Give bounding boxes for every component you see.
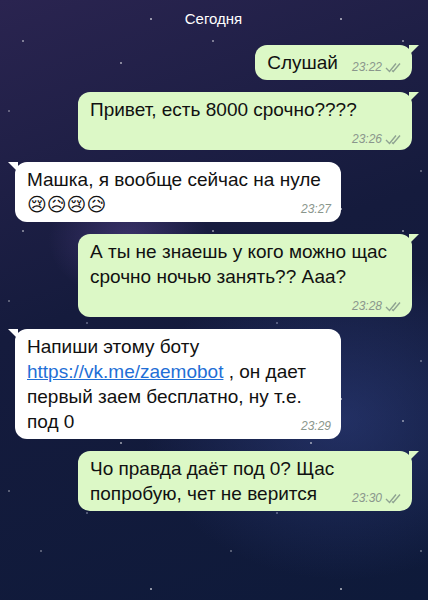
sent-message[interactable]: Чо правда даёт под 0? Щас попробую, чет … bbox=[78, 451, 412, 511]
message-text: А ты не знаешь у кого можно щас срочно н… bbox=[90, 241, 392, 287]
double-tick-icon bbox=[385, 62, 402, 73]
double-tick-icon bbox=[385, 493, 402, 504]
chat-screen: Сегодня Слушай 23:22 Привет, есть 8000 сроч… bbox=[0, 0, 428, 600]
message-row: А ты не знаешь у кого можно щас срочно н… bbox=[15, 234, 412, 317]
message-row: Чо правда даёт под 0? Щас попробую, чет … bbox=[15, 451, 412, 511]
message-meta: 23:29 bbox=[301, 418, 331, 434]
message-row: Слушай 23:22 bbox=[15, 45, 412, 80]
message-time: 23:28 bbox=[352, 298, 382, 314]
sent-message[interactable]: Слушай 23:22 bbox=[255, 45, 412, 80]
message-link[interactable]: https://vk.me/zaemobot bbox=[27, 361, 223, 382]
message-row: Привет, есть 8000 срочно???? 23:26 bbox=[15, 92, 412, 150]
message-meta: 23:28 bbox=[352, 298, 402, 314]
message-row: Машка, я вообще сейчас на нуле 😢😥😢😥23:27 bbox=[15, 162, 412, 222]
message-time: 23:30 bbox=[352, 490, 382, 506]
received-message[interactable]: Машка, я вообще сейчас на нуле 😢😥😢😥23:27 bbox=[15, 162, 341, 222]
message-text: Привет, есть 8000 срочно???? bbox=[90, 99, 357, 120]
message-time: 23:29 bbox=[301, 418, 331, 434]
message-meta: 23:22 bbox=[352, 59, 402, 75]
double-tick-icon bbox=[385, 134, 402, 145]
message-time: 23:22 bbox=[352, 59, 382, 75]
received-message[interactable]: Напиши этому боту https://vk.me/zaemobot… bbox=[15, 329, 341, 439]
message-time: 23:26 bbox=[352, 131, 382, 147]
message-meta: 23:27 bbox=[301, 201, 331, 217]
message-time: 23:27 bbox=[301, 201, 331, 217]
message-meta: 23:30 bbox=[352, 490, 402, 506]
double-tick-icon bbox=[385, 301, 402, 312]
message-row: Напиши этому боту https://vk.me/zaemobot… bbox=[15, 329, 412, 439]
message-meta: 23:26 bbox=[352, 131, 402, 147]
sent-message[interactable]: А ты не знаешь у кого можно щас срочно н… bbox=[78, 234, 412, 317]
date-header: Сегодня bbox=[177, 8, 251, 33]
sent-message[interactable]: Привет, есть 8000 срочно???? 23:26 bbox=[78, 92, 412, 150]
message-text: Машка, я вообще сейчас на нуле 😢😥😢😥 bbox=[27, 169, 326, 215]
message-text: Слушай bbox=[267, 52, 338, 73]
message-text: Напиши этому боту bbox=[27, 336, 204, 357]
message-text: Чо правда даёт под 0? Щас попробую, чет … bbox=[90, 458, 340, 504]
